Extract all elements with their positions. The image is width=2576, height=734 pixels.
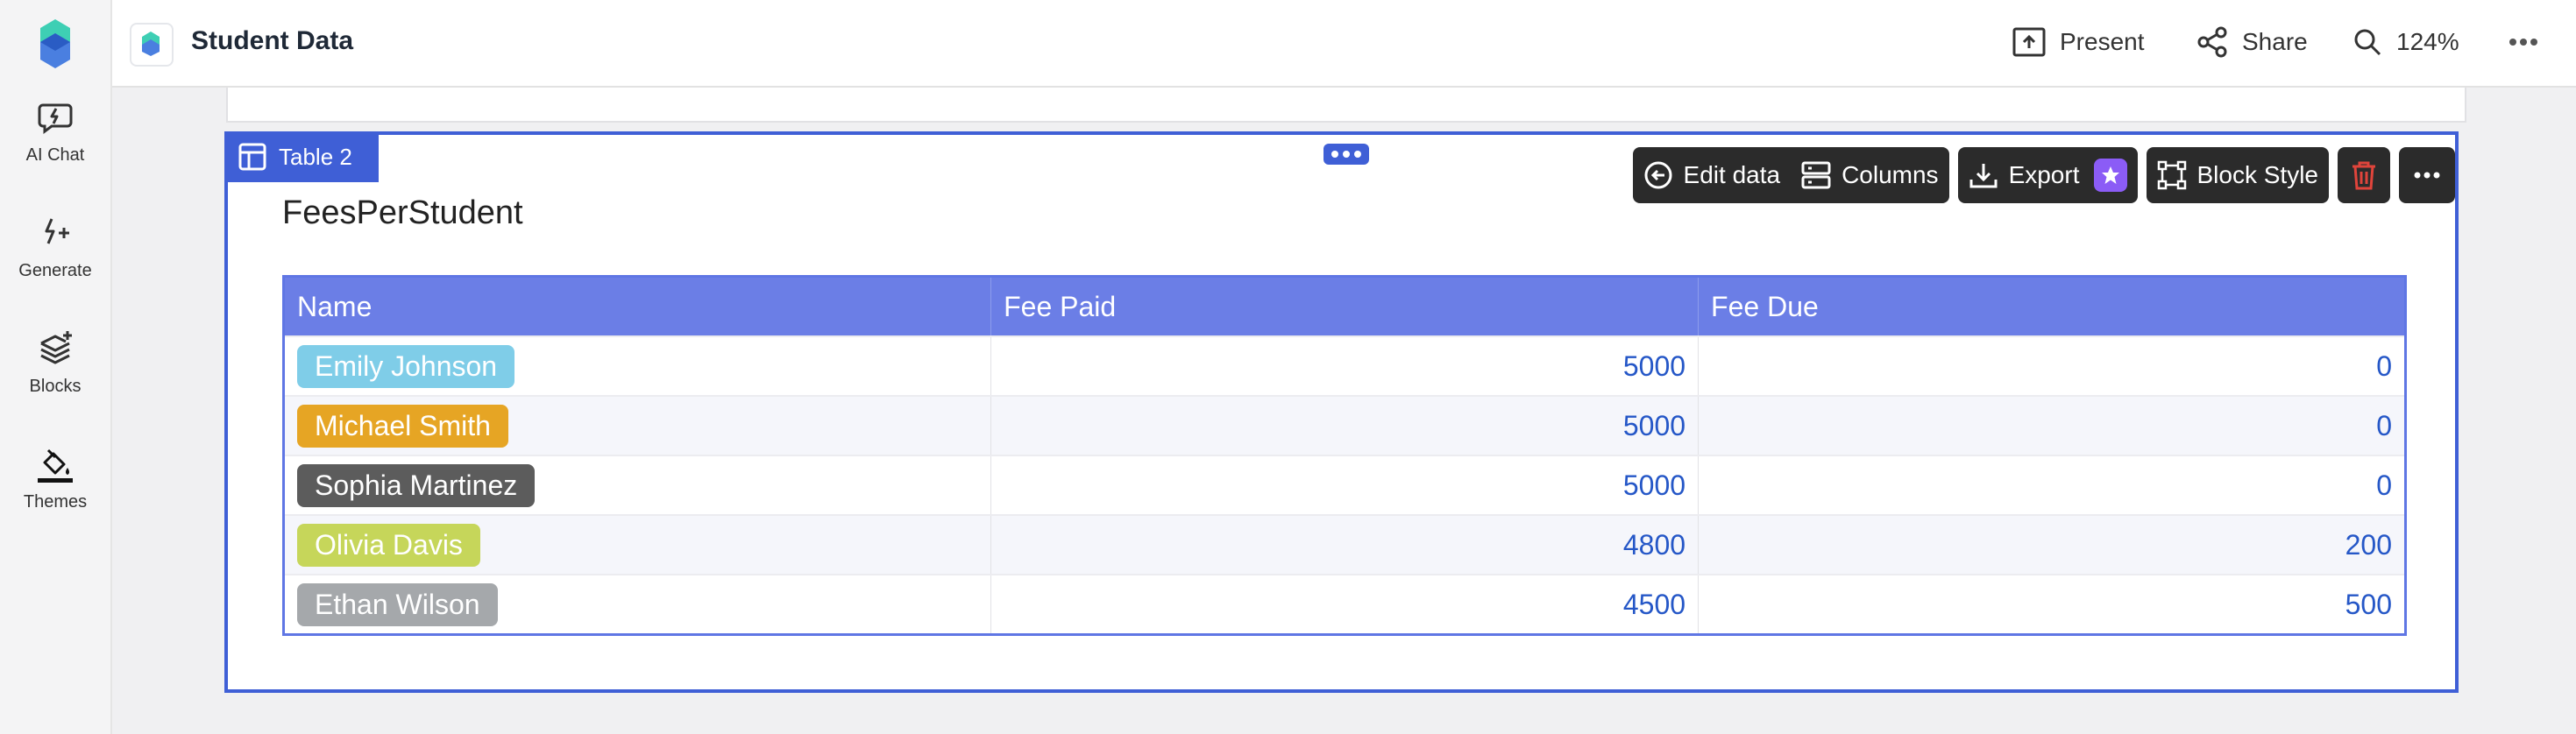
name-cell[interactable]: Sophia Martinez xyxy=(283,455,992,515)
fee-paid-cell[interactable]: 4800 xyxy=(990,514,1700,575)
sidebar-item-label: Generate xyxy=(18,261,92,280)
document-icon xyxy=(130,23,174,67)
paint-bucket-icon xyxy=(38,448,73,483)
table-row: Ethan Wilson 4500 500 xyxy=(283,574,2406,635)
fee-due-cell[interactable]: 200 xyxy=(1698,514,2406,575)
block-more-button[interactable] xyxy=(2399,147,2455,203)
columns-icon xyxy=(1801,161,1831,189)
export-label: Export xyxy=(2008,161,2080,188)
name-tag: Ethan Wilson xyxy=(297,582,498,626)
column-header-fee-paid[interactable]: Fee Paid xyxy=(990,276,1700,336)
table-row: Emily Johnson 5000 0 xyxy=(283,335,2406,396)
zoom-control[interactable]: 124% xyxy=(2352,21,2459,63)
name-tag: Olivia Davis xyxy=(297,523,480,567)
table-icon xyxy=(238,143,266,171)
drag-handle[interactable] xyxy=(1323,144,1369,165)
present-label: Present xyxy=(2060,28,2145,55)
columns-button[interactable]: Columns xyxy=(1791,161,1948,189)
fee-paid-cell[interactable]: 5000 xyxy=(990,335,1700,396)
trash-icon xyxy=(2352,161,2375,190)
more-horizontal-icon xyxy=(2414,172,2440,179)
fee-due-cell[interactable]: 0 xyxy=(1698,335,2406,396)
block-style-icon xyxy=(2157,160,2186,190)
layers-plus-icon xyxy=(40,331,72,364)
sidebar-item-blocks[interactable]: Blocks xyxy=(0,329,110,397)
zoom-icon xyxy=(2354,29,2381,56)
sidebar-item-label: AI Chat xyxy=(25,145,85,165)
chat-spark-icon xyxy=(38,103,73,134)
download-icon xyxy=(1969,164,1998,188)
name-cell[interactable]: Ethan Wilson xyxy=(283,574,992,635)
table-row: Olivia Davis 4800 200 xyxy=(283,514,2406,575)
table-row: Sophia Martinez 5000 0 xyxy=(283,455,2406,515)
name-cell[interactable]: Michael Smith xyxy=(283,395,992,455)
share-icon xyxy=(2197,26,2227,58)
block-style-button[interactable]: Block Style xyxy=(2146,147,2329,203)
block-type-tag[interactable]: Table 2 xyxy=(224,131,379,182)
edit-columns-group: Edit data Columns xyxy=(1632,147,1949,203)
share-button[interactable]: Share xyxy=(2196,21,2308,63)
name-tag: Michael Smith xyxy=(297,404,508,448)
left-sidebar: AI Chat Generate Blocks Themes xyxy=(0,0,112,734)
premium-star-icon xyxy=(2093,159,2127,192)
columns-label: Columns xyxy=(1842,161,1939,188)
table-title[interactable]: FeesPerStudent xyxy=(282,194,523,232)
sidebar-item-generate[interactable]: Generate xyxy=(0,214,110,281)
fee-due-cell[interactable]: 0 xyxy=(1698,395,2406,455)
name-tag: Sophia Martinez xyxy=(297,463,536,507)
fee-due-cell[interactable]: 500 xyxy=(1698,574,2406,635)
zoom-level: 124% xyxy=(2396,28,2459,55)
table-header-row: Name Fee Paid Fee Due xyxy=(283,276,2406,336)
edit-data-label: Edit data xyxy=(1683,161,1781,188)
more-horizontal-icon xyxy=(2509,39,2537,46)
name-cell[interactable]: Olivia Davis xyxy=(283,514,992,575)
block-toolbar: Edit data Columns Export Block Style xyxy=(1632,147,2455,203)
edit-data-icon xyxy=(1644,161,1672,189)
present-button[interactable]: Present xyxy=(2012,21,2145,63)
sidebar-item-ai-chat[interactable]: AI Chat xyxy=(0,98,110,166)
name-tag: Emily Johnson xyxy=(297,344,515,388)
name-cell[interactable]: Emily Johnson xyxy=(283,335,992,396)
table-block[interactable]: Table 2 Edit data Columns Export Block S… xyxy=(224,131,2459,693)
table-row: Michael Smith 5000 0 xyxy=(283,395,2406,455)
sidebar-item-label: Themes xyxy=(23,492,88,512)
more-menu-button[interactable] xyxy=(2509,21,2538,63)
present-icon xyxy=(2012,27,2046,57)
fee-paid-cell[interactable]: 5000 xyxy=(990,455,1700,515)
sidebar-item-themes[interactable]: Themes xyxy=(0,445,110,512)
export-button[interactable]: Export xyxy=(1957,147,2138,203)
column-header-fee-due[interactable]: Fee Due xyxy=(1698,276,2406,336)
sidebar-item-label: Blocks xyxy=(29,377,82,396)
block-style-label: Block Style xyxy=(2196,161,2319,188)
fee-due-cell[interactable]: 0 xyxy=(1698,455,2406,515)
column-header-name[interactable]: Name xyxy=(283,276,992,336)
app-logo-icon[interactable] xyxy=(37,18,74,70)
page-sheet xyxy=(226,88,2466,123)
document-title[interactable]: Student Data xyxy=(191,26,353,56)
fee-paid-cell[interactable]: 4500 xyxy=(990,574,1700,635)
sparkle-icon xyxy=(45,218,69,244)
block-tag-label: Table 2 xyxy=(279,143,352,170)
data-table: Name Fee Paid Fee Due Emily Johnson 5000… xyxy=(282,275,2407,636)
edit-data-button[interactable]: Edit data xyxy=(1633,160,1792,190)
delete-block-button[interactable] xyxy=(2338,147,2390,203)
share-label: Share xyxy=(2242,28,2308,55)
fee-paid-cell[interactable]: 5000 xyxy=(990,395,1700,455)
top-header: Student Data Present Share 124% xyxy=(112,0,2576,88)
